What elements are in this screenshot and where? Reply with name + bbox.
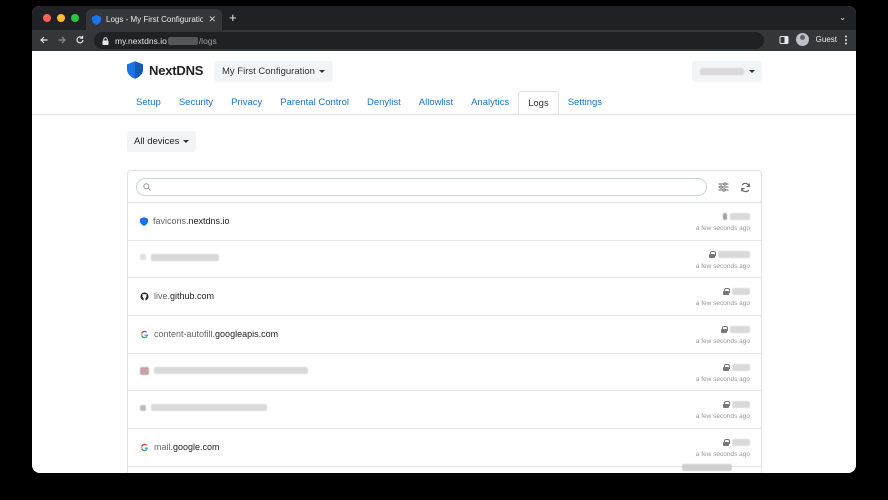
- browser-toolbar: my.nextdns.io/logs Guest: [32, 30, 856, 51]
- toolbar-right: Guest: [779, 33, 848, 46]
- log-row[interactable]: live.github.com a few seconds ago: [128, 278, 761, 317]
- log-domain-redacted: [140, 404, 267, 412]
- nextdns-logo[interactable]: NextDNS: [127, 61, 203, 79]
- log-ip-redacted: [723, 401, 750, 409]
- chevron-down-icon: [183, 140, 190, 143]
- log-ip-redacted: [723, 363, 750, 371]
- logo-text: NextDNS: [149, 62, 204, 78]
- maximize-window-button[interactable]: [71, 14, 79, 22]
- account-email-redacted: [699, 68, 744, 75]
- window-controls: [43, 14, 79, 22]
- log-row[interactable]: a few seconds ago: [128, 241, 761, 279]
- forward-icon[interactable]: [55, 33, 69, 47]
- search-icon: [143, 183, 151, 191]
- browser-window: Logs - My First Configuration - ✕ + ⌄ my…: [32, 6, 856, 473]
- url-text: my.nextdns.io/logs: [115, 35, 217, 46]
- refresh-icon[interactable]: [738, 180, 752, 194]
- reload-icon[interactable]: [73, 33, 87, 47]
- guest-avatar-icon[interactable]: [795, 33, 809, 46]
- logs-toolbar: [128, 171, 761, 203]
- log-ip-redacted: [723, 288, 750, 296]
- nextdns-shield-icon: [140, 216, 148, 226]
- configuration-name: My First Configuration: [222, 66, 315, 77]
- nextdns-page: NextDNS My First Configuration Setup Sec…: [32, 51, 856, 473]
- tab-logs[interactable]: Logs: [518, 91, 559, 115]
- lock-icon: [723, 401, 730, 409]
- guest-label[interactable]: Guest: [816, 35, 837, 44]
- chevron-down-icon: [318, 70, 325, 73]
- log-ip-redacted: [723, 213, 750, 220]
- tab-denylist[interactable]: Denylist: [358, 91, 410, 115]
- tab-search-icon[interactable]: ⌄: [839, 13, 846, 22]
- log-row[interactable]: content-autofill.googleapis.com a few se…: [128, 316, 761, 354]
- tab-bar: Logs - My First Configuration - ✕ + ⌄: [32, 6, 856, 30]
- log-domain: mail.google.com: [140, 442, 220, 452]
- close-window-button[interactable]: [43, 14, 51, 22]
- tab-analytics[interactable]: Analytics: [462, 91, 518, 115]
- minimize-window-button[interactable]: [57, 14, 65, 22]
- log-domain: favicons.nextdns.io: [140, 216, 230, 226]
- log-domain-redacted: [140, 366, 308, 375]
- main-nav: Setup Security Privacy Parental Control …: [127, 91, 611, 115]
- nextdns-shield-icon: [127, 61, 143, 79]
- log-time: a few seconds ago: [695, 338, 750, 346]
- tab-allowlist[interactable]: Allowlist: [410, 91, 462, 115]
- more-menu-icon[interactable]: [844, 35, 848, 45]
- tab-title: Logs - My First Configuration -: [106, 15, 204, 24]
- nextdns-favicon-icon: [92, 14, 101, 25]
- lock-icon: [723, 288, 730, 296]
- lock-icon: [723, 439, 730, 447]
- log-row[interactable]: a few seconds ago: [128, 391, 761, 430]
- log-time: a few seconds ago: [695, 262, 750, 270]
- redacted-overflow: [682, 464, 732, 471]
- log-row[interactable]: a few seconds ago: [128, 354, 761, 392]
- tab-close-icon[interactable]: ✕: [208, 14, 216, 25]
- log-time: a few seconds ago: [695, 375, 750, 383]
- address-bar[interactable]: my.nextdns.io/logs: [94, 32, 764, 49]
- log-domain: live.github.com: [140, 291, 214, 301]
- device-filter-dropdown[interactable]: All devices: [127, 131, 197, 152]
- nav-divider: [32, 114, 856, 115]
- tab-privacy[interactable]: Privacy: [222, 91, 271, 115]
- log-domain: content-autofill.googleapis.com: [140, 329, 278, 339]
- tab-settings[interactable]: Settings: [559, 91, 611, 115]
- search-input[interactable]: [154, 182, 700, 192]
- device-filter-label: All devices: [134, 136, 180, 147]
- log-domain-redacted: [140, 253, 219, 261]
- back-icon[interactable]: [37, 33, 51, 47]
- log-time: a few seconds ago: [695, 225, 750, 232]
- search-field[interactable]: [136, 178, 707, 196]
- filter-options-icon[interactable]: [716, 180, 730, 194]
- lock-icon: [102, 36, 109, 45]
- log-time: a few seconds ago: [695, 413, 750, 421]
- log-row[interactable]: [128, 467, 761, 473]
- log-ip-redacted: [709, 250, 750, 258]
- google-icon: [140, 330, 149, 338]
- tab-parental-control[interactable]: Parental Control: [271, 91, 358, 115]
- chevron-down-icon: [748, 70, 755, 73]
- configuration-dropdown[interactable]: My First Configuration: [214, 61, 333, 82]
- lock-icon: [723, 363, 730, 371]
- log-ip-redacted: [723, 439, 750, 447]
- logs-card: favicons.nextdns.io a few seconds ago a …: [127, 170, 762, 473]
- log-row[interactable]: mail.google.com a few seconds ago: [128, 429, 761, 467]
- github-icon: [140, 292, 149, 301]
- browser-tab-logs[interactable]: Logs - My First Configuration - ✕: [86, 9, 222, 30]
- tab-setup[interactable]: Setup: [127, 91, 170, 115]
- account-dropdown[interactable]: [692, 61, 762, 82]
- log-row[interactable]: favicons.nextdns.io a few seconds ago: [128, 203, 761, 241]
- log-time: a few seconds ago: [695, 300, 750, 308]
- log-ip-redacted: [721, 326, 750, 334]
- lock-icon: [709, 250, 716, 258]
- log-time: a few seconds ago: [695, 451, 750, 459]
- lock-icon: [721, 326, 728, 334]
- google-icon: [140, 443, 149, 451]
- new-tab-button[interactable]: +: [229, 11, 237, 24]
- tab-security[interactable]: Security: [170, 91, 222, 115]
- side-panel-icon[interactable]: [779, 35, 789, 45]
